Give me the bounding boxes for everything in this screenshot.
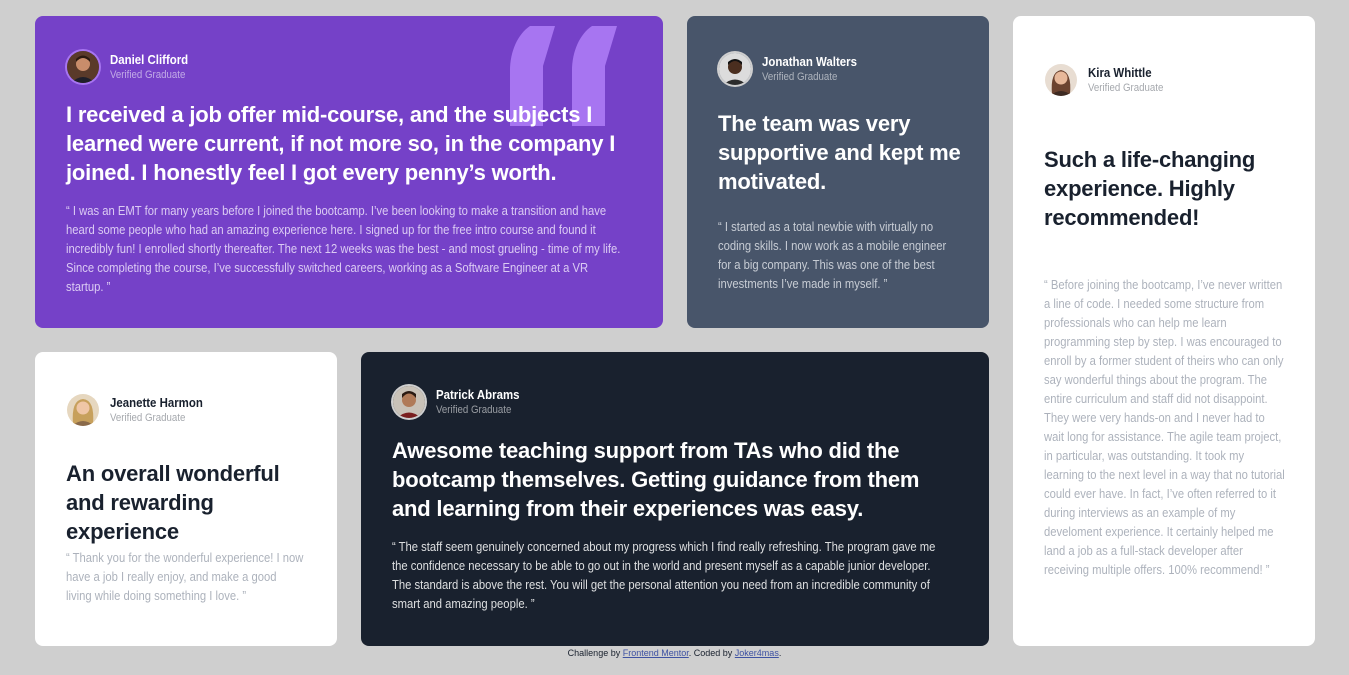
reviewer-name: Patrick Abrams [436, 387, 520, 402]
testimonial-body: “ Before joining the bootcamp, I’ve neve… [1044, 278, 1285, 577]
testimonial-headline: Such a life-changing experience. Highly … [1044, 147, 1256, 230]
attribution-middle: . Coded by [688, 648, 735, 658]
reviewer-role: Verified Graduate [1088, 82, 1164, 94]
reviewer-role: Verified Graduate [762, 71, 838, 83]
attribution-suffix: . [778, 648, 782, 658]
avatar-jonathan-icon [719, 53, 751, 85]
reviewer-name: Jeanette Harmon [110, 395, 203, 410]
testimonial-body: “ I was an EMT for many years before I j… [66, 204, 621, 294]
avatar-patrick-icon [393, 386, 425, 418]
reviewer-role: Verified Graduate [436, 404, 512, 416]
avatar-kira-icon [1045, 64, 1077, 96]
testimonial-body: “ I started as a total newbie with virtu… [718, 220, 947, 291]
reviewer-daniel: Daniel Clifford Verified Graduate [67, 51, 199, 83]
testimonial-body: “ Thank you for the wonderful experience… [66, 551, 304, 603]
testimonial-headline: An overall wonderful and rewarding exper… [66, 461, 280, 544]
reviewer-name: Daniel Clifford [110, 52, 189, 67]
reviewer-jeanette: Jeanette Harmon Verified Graduate [67, 394, 215, 426]
reviewer-role: Verified Graduate [110, 412, 186, 424]
testimonial-headline: The team was very supportive and kept me… [718, 111, 961, 194]
reviewer-patrick: Patrick Abrams Verified Graduate [393, 386, 531, 418]
testimonial-headline: I received a job offer mid-course, and t… [66, 102, 616, 185]
reviewer-name: Jonathan Walters [762, 54, 857, 69]
reviewer-name: Kira Whittle [1088, 65, 1152, 80]
author-link[interactable]: Joker4mas [735, 648, 779, 658]
attribution: Challenge by Frontend Mentor. Coded by J… [0, 647, 1349, 659]
testimonial-card-kira: Kira Whittle Verified Graduate Such a li… [1013, 16, 1315, 646]
testimonial-card-daniel: Daniel Clifford Verified Graduate I rece… [35, 16, 663, 328]
avatar-daniel-icon [67, 51, 99, 83]
reviewer-role: Verified Graduate [110, 69, 186, 81]
reviewer-jonathan: Jonathan Walters Verified Graduate [719, 53, 870, 85]
testimonial-headline: Awesome teaching support from TAs who di… [392, 438, 920, 521]
frontend-mentor-link[interactable]: Frontend Mentor [623, 648, 689, 658]
testimonial-card-jeanette: Jeanette Harmon Verified Graduate An ove… [35, 352, 337, 646]
testimonial-body: “ The staff seem genuinely concerned abo… [392, 540, 936, 611]
avatar-jeanette-icon [67, 394, 99, 426]
attribution-prefix: Challenge by [567, 648, 623, 658]
testimonial-card-jonathan: Jonathan Walters Verified Graduate The t… [687, 16, 989, 328]
testimonial-card-patrick: Patrick Abrams Verified Graduate Awesome… [361, 352, 989, 646]
reviewer-kira: Kira Whittle Verified Graduate [1045, 64, 1174, 96]
